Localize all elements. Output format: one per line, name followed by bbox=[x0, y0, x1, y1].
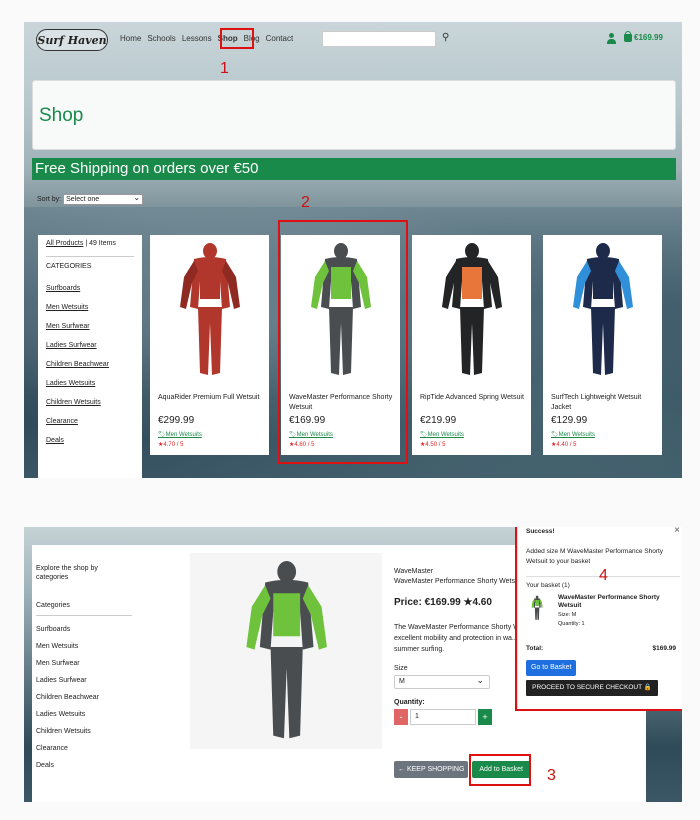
page-title: Shop bbox=[39, 105, 84, 126]
product-main-image bbox=[190, 553, 382, 749]
screenshot-frame: Surf Haven Home Schools Lessons Shop Blo… bbox=[0, 0, 700, 820]
increase-qty-button[interactable]: + bbox=[478, 709, 492, 725]
product-category-link[interactable]: 🏷Men Wetsuits bbox=[420, 431, 464, 438]
bag-icon bbox=[624, 30, 632, 42]
product-image[interactable] bbox=[543, 237, 662, 383]
basket-button[interactable]: €169.99 bbox=[624, 30, 663, 42]
product-name[interactable]: AquaRider Premium Full Wetsuit bbox=[158, 393, 262, 403]
wetsuit-shape bbox=[198, 307, 222, 375]
categories-heading: Categories bbox=[36, 602, 70, 609]
highlight-box-shop bbox=[220, 28, 254, 49]
product-detail-panel: Explore the shop by categories Categorie… bbox=[24, 527, 682, 802]
site-logo[interactable]: Surf Haven bbox=[36, 29, 108, 51]
product-price: €219.99 bbox=[420, 415, 457, 426]
product-name[interactable]: RipTide Advanced Spring Wetsuit bbox=[420, 393, 524, 403]
search-icon[interactable]: ⚲ bbox=[442, 32, 449, 43]
sidebar-item-surfboards[interactable]: Surfboards bbox=[36, 626, 132, 633]
sort-select[interactable]: Select one bbox=[63, 193, 144, 205]
sidebar-item-ladies-surfwear[interactable]: Ladies Surfwear bbox=[36, 677, 132, 684]
product-price: €299.99 bbox=[158, 415, 195, 426]
step-marker-1: 1 bbox=[220, 60, 229, 77]
wetsuit-shape bbox=[203, 243, 217, 259]
sidebar-item-men-surfwear[interactable]: Men Surfwear bbox=[36, 660, 132, 667]
categories-heading: CATEGORIES bbox=[46, 263, 92, 270]
sidebar-item-men-wetsuits[interactable]: Men Wetsuits bbox=[36, 643, 132, 650]
all-products-row: All Products | 49 Items bbox=[46, 240, 134, 247]
sidebar-item-deals[interactable]: Deals bbox=[46, 437, 134, 444]
product-image[interactable] bbox=[150, 237, 269, 383]
product-card[interactable]: RipTide Advanced Spring Wetsuit €219.99 … bbox=[412, 235, 531, 455]
sidebar-item-ladies-surfwear[interactable]: Ladies Surfwear bbox=[46, 342, 134, 349]
sidebar-item-men-surfwear[interactable]: Men Surfwear bbox=[46, 323, 134, 330]
step-marker-4: 4 bbox=[599, 567, 608, 584]
highlight-box-product bbox=[278, 220, 408, 464]
quantity-stepper: - 1 + bbox=[394, 709, 564, 725]
decrease-qty-button[interactable]: - bbox=[394, 709, 408, 725]
wetsuit-image bbox=[246, 561, 327, 739]
wetsuit-shape bbox=[270, 646, 303, 739]
step-marker-2: 2 bbox=[301, 194, 310, 211]
user-icon[interactable] bbox=[606, 33, 616, 44]
nav-link-lessons[interactable]: Lessons bbox=[182, 34, 212, 43]
product-category-link[interactable]: 🏷Men Wetsuits bbox=[158, 431, 202, 438]
product-card[interactable]: SurfTech Lightweight Wetsuit Jacket €129… bbox=[543, 235, 662, 455]
product-category-link[interactable]: 🏷Men Wetsuits bbox=[551, 431, 595, 438]
keep-shopping-button[interactable]: ← KEEP SHOPPING bbox=[394, 761, 469, 778]
step-marker-3: 3 bbox=[547, 767, 556, 784]
explore-text: Explore the shop by categories bbox=[36, 565, 98, 581]
sidebar-item-children-wetsuits[interactable]: Children Wetsuits bbox=[46, 399, 134, 406]
shop-listing-panel: Surf Haven Home Schools Lessons Shop Blo… bbox=[24, 22, 682, 478]
sidebar-item-children-wetsuits[interactable]: Children Wetsuits bbox=[36, 728, 132, 735]
search-input[interactable] bbox=[322, 31, 436, 47]
sort-label: Sort by: bbox=[37, 196, 62, 203]
all-products-link[interactable]: All Products bbox=[46, 240, 83, 247]
wetsuit-shape bbox=[200, 267, 220, 299]
basket-total: €169.99 bbox=[634, 33, 663, 42]
wetsuit-shape bbox=[591, 307, 615, 375]
sidebar-item-children-beachwear[interactable]: Children Beachwear bbox=[36, 694, 132, 701]
sidebar-item-children-beachwear[interactable]: Children Beachwear bbox=[46, 361, 134, 368]
sidebar-item-ladies-wetsuits[interactable]: Ladies Wetsuits bbox=[36, 711, 132, 718]
nav-link-contact[interactable]: Contact bbox=[266, 34, 294, 43]
product-price: €129.99 bbox=[551, 415, 588, 426]
wetsuit-shape bbox=[462, 267, 482, 299]
divider bbox=[36, 615, 132, 616]
sidebar-item-men-wetsuits[interactable]: Men Wetsuits bbox=[46, 304, 134, 311]
detail-sidebar: Explore the shop by categories Categorie… bbox=[36, 564, 132, 779]
nav-links: Home Schools Lessons Shop Blog Contact bbox=[120, 34, 293, 43]
product-name[interactable]: SurfTech Lightweight Wetsuit Jacket bbox=[551, 393, 655, 413]
sidebar-item-surfboards[interactable]: Surfboards bbox=[46, 285, 134, 292]
sidebar-item-deals[interactable]: Deals bbox=[36, 762, 132, 769]
divider bbox=[46, 256, 134, 257]
nav-link-schools[interactable]: Schools bbox=[147, 34, 175, 43]
wetsuit-shape bbox=[273, 593, 301, 637]
product-rating: ★4.70 / 5 bbox=[158, 442, 184, 448]
wetsuit-shape bbox=[593, 267, 613, 299]
top-navbar: Surf Haven Home Schools Lessons Shop Blo… bbox=[24, 22, 682, 62]
highlight-box-add bbox=[469, 754, 531, 786]
product-count: | 49 Items bbox=[85, 240, 116, 247]
product-rating: ★4.50 / 5 bbox=[420, 442, 446, 448]
product-rating: ★4.40 / 5 bbox=[551, 442, 577, 448]
wetsuit-shape bbox=[277, 561, 297, 583]
highlight-box-popup bbox=[515, 527, 682, 711]
wetsuit-shape bbox=[596, 243, 610, 259]
size-select[interactable]: M bbox=[394, 674, 490, 689]
sidebar-item-clearance[interactable]: Clearance bbox=[46, 418, 134, 425]
nav-link-home[interactable]: Home bbox=[120, 34, 141, 43]
sidebar-item-clearance[interactable]: Clearance bbox=[36, 745, 132, 752]
wetsuit-shape bbox=[460, 307, 484, 375]
quantity-input[interactable]: 1 bbox=[410, 709, 476, 725]
sort-control: Sort by: Select one bbox=[37, 193, 144, 205]
product-image[interactable] bbox=[412, 237, 531, 383]
sidebar-item-ladies-wetsuits[interactable]: Ladies Wetsuits bbox=[46, 380, 134, 387]
category-sidebar: All Products | 49 Items CATEGORIES Surfb… bbox=[38, 235, 142, 478]
shipping-banner: Free Shipping on orders over €50 bbox=[32, 158, 676, 180]
wetsuit-shape bbox=[465, 243, 479, 259]
shop-header: Shop bbox=[32, 80, 676, 150]
product-card[interactable]: AquaRider Premium Full Wetsuit €299.99 🏷… bbox=[150, 235, 269, 455]
